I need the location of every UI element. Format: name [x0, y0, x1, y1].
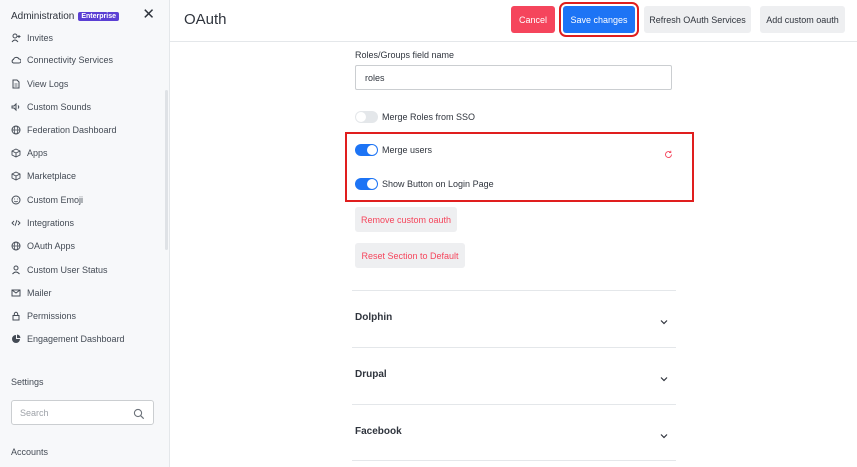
sidebar-item-invites[interactable]: Invites: [11, 31, 53, 45]
toggle-knob: [367, 179, 377, 189]
cube-icon: [11, 148, 21, 158]
toggle-knob: [367, 145, 377, 155]
app: Administration Enterprise ✕ Invites Conn…: [0, 0, 857, 467]
chevron-down-icon: [659, 371, 669, 382]
user-icon: [11, 265, 21, 275]
sidebar-item-connectivity-services[interactable]: Connectivity Services: [11, 53, 113, 67]
sidebar-item-apps[interactable]: Apps: [11, 146, 48, 160]
merge-roles-toggle[interactable]: [355, 111, 378, 123]
admin-sidebar: Administration Enterprise ✕ Invites Conn…: [0, 0, 170, 467]
sidebar-item-label: OAuth Apps: [27, 241, 76, 251]
sidebar-item-label: Invites: [27, 33, 54, 43]
globe-icon: [11, 125, 21, 135]
page-header: OAuth Cancel Save changes Refresh OAuth …: [170, 0, 857, 42]
search-icon[interactable]: [133, 407, 145, 420]
sidebar-item-label: Integrations: [27, 218, 75, 228]
section-facebook[interactable]: Facebook: [352, 404, 676, 461]
merge-roles-toggle-row[interactable]: Merge Roles from SSO: [355, 110, 475, 124]
merge-users-toggle-row[interactable]: Merge users: [355, 143, 432, 157]
sidebar-item-label: Custom User Status: [27, 265, 108, 275]
mail-icon: [11, 288, 21, 298]
cube-icon: [11, 171, 21, 181]
sidebar-item-label: Marketplace: [27, 171, 77, 181]
sidebar-search[interactable]: [11, 400, 154, 425]
chevron-down-icon: [659, 428, 669, 439]
sidebar-item-custom-sounds[interactable]: Custom Sounds: [11, 100, 91, 114]
sidebar-item-oauth-apps[interactable]: OAuth Apps: [11, 239, 75, 253]
sidebar-item-label: Apps: [27, 148, 48, 158]
toggle-knob: [356, 112, 366, 122]
sidebar-title: Administration: [11, 10, 75, 22]
file-icon: [11, 79, 21, 89]
sidebar-item-view-logs[interactable]: View Logs: [11, 77, 68, 91]
chevron-down-icon: [659, 314, 669, 325]
lock-icon: [11, 311, 21, 321]
sidebar-item-label: Custom Sounds: [27, 102, 92, 112]
show-button-toggle[interactable]: [355, 178, 378, 190]
show-button-label: Show Button on Login Page: [382, 179, 494, 189]
page-title: OAuth: [184, 11, 227, 28]
sidebar-item-label: Connectivity Services: [27, 55, 114, 65]
sidebar-item-label: Permissions: [27, 311, 77, 321]
sidebar-header: Administration Enterprise ✕: [11, 7, 161, 23]
section-title: Drupal: [355, 369, 387, 380]
emoji-icon: [11, 195, 21, 205]
sidebar-item-engagement-dashboard[interactable]: Engagement Dashboard: [11, 332, 125, 346]
sidebar-item-integrations[interactable]: Integrations: [11, 216, 74, 230]
enterprise-badge: Enterprise: [78, 11, 119, 21]
search-input[interactable]: [12, 401, 122, 424]
section-title: Facebook: [355, 426, 402, 437]
settings-heading: Settings: [11, 377, 44, 387]
sidebar-item-label: Engagement Dashboard: [27, 334, 125, 344]
merge-users-label: Merge users: [382, 145, 433, 155]
section-dolphin[interactable]: Dolphin: [352, 290, 676, 347]
refresh-oauth-services-button[interactable]: Refresh OAuth Services: [644, 6, 751, 33]
roles-field-label: Roles/Groups field name: [355, 50, 455, 60]
code-icon: [11, 218, 21, 228]
close-icon[interactable]: ✕: [142, 7, 155, 22]
save-changes-button[interactable]: Save changes: [559, 2, 639, 37]
sidebar-item-custom-user-status[interactable]: Custom User Status: [11, 263, 108, 277]
sidebar-item-label: Custom Emoji: [27, 195, 84, 205]
merge-users-toggle[interactable]: [355, 144, 378, 156]
merge-roles-label: Merge Roles from SSO: [382, 112, 476, 122]
sidebar-item-permissions[interactable]: Permissions: [11, 309, 76, 323]
remove-custom-oauth-button[interactable]: Remove custom oauth: [355, 207, 457, 232]
add-custom-oauth-button[interactable]: Add custom oauth: [760, 6, 845, 33]
pie-chart-icon: [11, 334, 21, 344]
sidebar-nav[interactable]: Invites Connectivity Services View Logs …: [0, 26, 169, 366]
sidebar-scrollbar[interactable]: [165, 90, 168, 250]
section-drupal[interactable]: Drupal: [352, 347, 676, 404]
sidebar-item-label: Federation Dashboard: [27, 125, 117, 135]
oauth-settings-panel: Roles/Groups field name Merge Roles from…: [170, 43, 857, 467]
reset-section-button[interactable]: Reset Section to Default: [355, 243, 465, 268]
speaker-icon: [11, 102, 21, 112]
roles-field-input[interactable]: [355, 65, 672, 90]
reset-icon[interactable]: [664, 146, 673, 158]
show-button-toggle-row[interactable]: Show Button on Login Page: [355, 177, 494, 191]
sidebar-item-label: Mailer: [27, 288, 52, 298]
cancel-button[interactable]: Cancel: [511, 6, 555, 33]
cloud-icon: [11, 55, 21, 65]
sidebar-item-label: View Logs: [27, 79, 69, 89]
sidebar-item-custom-emoji[interactable]: Custom Emoji: [11, 193, 83, 207]
sidebar-item-marketplace[interactable]: Marketplace: [11, 169, 76, 183]
user-plus-icon: [11, 33, 21, 43]
sidebar-item-federation-dashboard[interactable]: Federation Dashboard: [11, 123, 117, 137]
sidebar-item-mailer[interactable]: Mailer: [11, 286, 52, 300]
section-title: Dolphin: [355, 312, 393, 323]
accounts-heading: Accounts: [11, 447, 49, 457]
globe-icon: [11, 241, 21, 251]
